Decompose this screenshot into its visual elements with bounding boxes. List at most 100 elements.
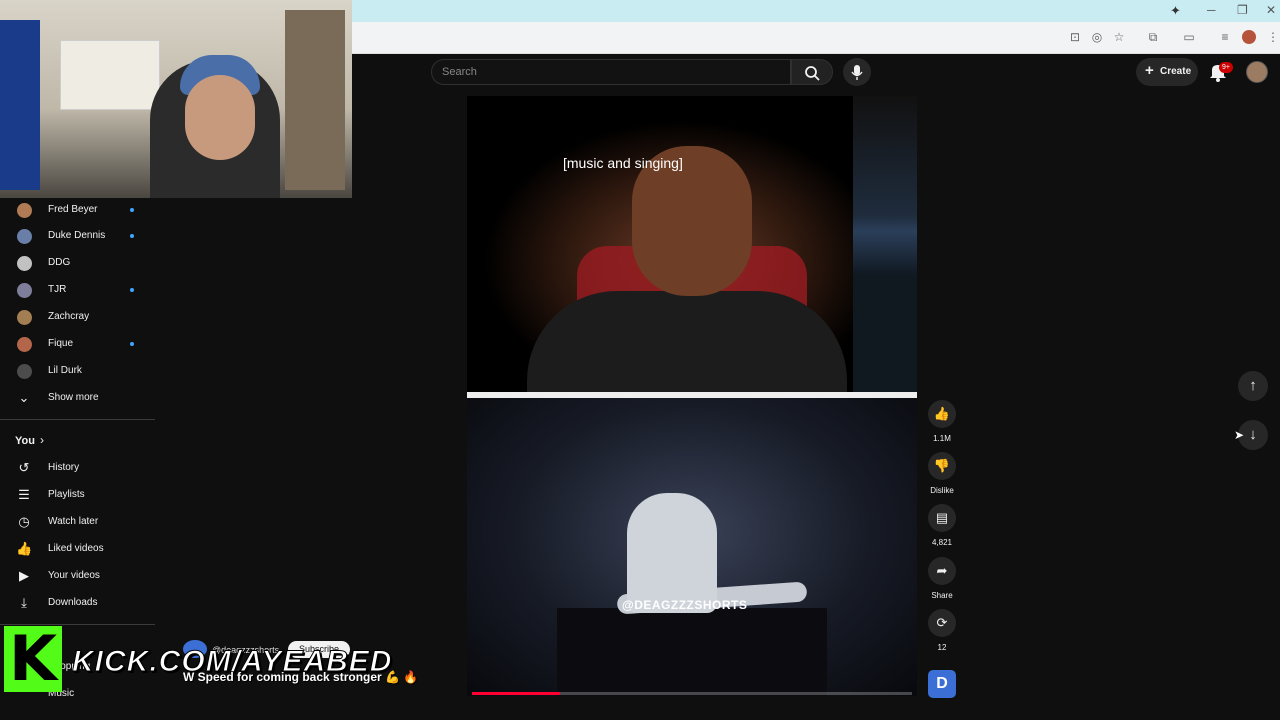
sidebar-subscription-item[interactable]: TJR xyxy=(0,278,155,304)
install-app-icon[interactable]: ⊡ xyxy=(1068,30,1082,44)
comment-icon[interactable]: ▤ xyxy=(928,504,956,532)
dislike-action[interactable]: 👎 Dislike xyxy=(927,452,957,495)
subscription-name: Fique xyxy=(48,338,74,349)
history-icon: ↺ xyxy=(18,460,30,475)
sidebar-item-liked-videos[interactable]: 👍 Liked videos xyxy=(0,536,155,562)
channel-avatar xyxy=(17,337,32,352)
short-video-player[interactable]: [music and singing] @DEAGZZZSHORTS xyxy=(467,96,917,696)
search-icon xyxy=(805,66,820,81)
watch-later-icon: ◷ xyxy=(18,514,30,529)
show-more-label: Show more xyxy=(48,392,99,403)
you-section-title: You xyxy=(15,435,35,447)
bookmark-star-icon[interactable]: ☆ xyxy=(1112,30,1126,44)
sidebar-item-label: Playlists xyxy=(48,489,85,500)
comment-count: 4,821 xyxy=(931,538,953,547)
account-avatar[interactable] xyxy=(1246,61,1268,83)
search-input[interactable]: Search xyxy=(431,59,791,85)
gemini-sparkle-icon[interactable]: ✦ xyxy=(1170,3,1181,19)
microphone-icon xyxy=(851,65,863,80)
remix-count: 12 xyxy=(937,643,947,652)
share-label: Share xyxy=(931,591,953,600)
sidebar-item-label: Watch later xyxy=(48,516,99,527)
share-action[interactable]: ➦ Share xyxy=(927,557,957,600)
previous-short-button[interactable]: ↑ xyxy=(1238,371,1268,401)
new-content-dot xyxy=(130,288,134,292)
sidebar-subscription-item[interactable]: DDG xyxy=(0,251,155,277)
channel-icon[interactable]: D xyxy=(928,670,956,698)
chevron-down-icon: ⌄ xyxy=(18,390,30,405)
subscription-name: TJR xyxy=(48,284,67,295)
like-count: 1.1M xyxy=(933,434,951,443)
downloads-icon: ⤓ xyxy=(21,595,27,610)
sidebar-item-downloads[interactable]: ⤓ Downloads xyxy=(0,590,155,616)
video-caption: [music and singing] xyxy=(563,155,683,171)
minimize-button[interactable]: ─ xyxy=(1207,3,1216,17)
sidebar-item-your-videos[interactable]: ▶ Your videos xyxy=(0,563,155,589)
subscription-name: DDG xyxy=(48,257,71,268)
dislike-label: Dislike xyxy=(930,486,954,495)
like-action[interactable]: 👍 1.1M xyxy=(927,400,957,443)
new-content-dot xyxy=(130,208,134,212)
mouse-cursor-icon: ➤ xyxy=(1234,428,1245,442)
show-more-button[interactable]: ⌄ Show more xyxy=(0,385,155,411)
share-icon[interactable]: ➦ xyxy=(928,557,956,585)
tracking-protection-icon[interactable]: ◎ xyxy=(1090,30,1104,44)
subscription-name: Lil Durk xyxy=(48,365,82,376)
sidebar-item-label: History xyxy=(48,462,80,473)
video-watermark: @DEAGZZZSHORTS xyxy=(622,598,748,612)
thumbs-down-icon[interactable]: 👎 xyxy=(928,452,956,480)
sidebar-item-history[interactable]: ↺ History xyxy=(0,455,155,481)
channel-avatar xyxy=(17,229,32,244)
thumbs-up-icon[interactable]: 👍 xyxy=(928,400,956,428)
new-content-dot xyxy=(130,342,134,346)
subscription-name: Zachcray xyxy=(48,311,90,322)
subscription-name: Fred Beyer xyxy=(48,204,98,215)
sidebar-subscription-item[interactable]: Duke Dennis xyxy=(0,224,155,250)
liked-videos-icon: 👍 xyxy=(16,541,33,556)
browser-menu-icon[interactable]: ⋮ xyxy=(1266,30,1280,44)
notifications-badge: 9+ xyxy=(1219,62,1233,73)
subscription-name: Duke Dennis xyxy=(48,230,106,241)
sidebar-you-header[interactable]: You › xyxy=(0,429,155,455)
channel-avatar xyxy=(17,364,32,379)
short-title[interactable]: W Speed for coming back stronger 💪 🔥 xyxy=(183,670,418,684)
webcam-feed xyxy=(0,0,352,198)
voice-search-button[interactable] xyxy=(843,58,871,86)
sidebar-item-watch-later[interactable]: ◷ Watch later xyxy=(0,509,155,535)
create-button[interactable]: + Create xyxy=(1136,58,1198,86)
channel-avatar xyxy=(17,256,32,271)
reaction-video-top: [music and singing] xyxy=(467,96,917,396)
extensions-icon[interactable]: ⧉ xyxy=(1146,30,1160,44)
remix-icon[interactable]: ⟳ xyxy=(928,609,956,637)
video-progress-fill xyxy=(472,692,560,695)
sidebar-item-label: Your videos xyxy=(48,570,100,581)
channel-avatar xyxy=(17,283,32,298)
sidebar-item-label: Downloads xyxy=(48,597,98,608)
reading-list-icon[interactable]: ▭ xyxy=(1182,30,1196,44)
arrow-down-icon: ↓ xyxy=(1249,426,1257,443)
sidebar-subscription-item[interactable]: Fred Beyer xyxy=(0,198,155,224)
arrow-up-icon: ↑ xyxy=(1249,377,1257,394)
search-button[interactable] xyxy=(791,59,833,85)
sidebar-subscription-item[interactable]: Lil Durk xyxy=(0,359,155,385)
browser-profile-avatar[interactable] xyxy=(1242,30,1256,44)
video-progress-bar[interactable] xyxy=(472,692,912,695)
kick-logo: K xyxy=(4,626,62,692)
channel-avatar xyxy=(17,203,32,218)
plus-icon: + xyxy=(1145,62,1154,79)
close-window-button[interactable]: ✕ xyxy=(1266,3,1276,17)
maximize-button[interactable]: ❐ xyxy=(1237,3,1248,17)
create-label: Create xyxy=(1160,66,1192,77)
sidebar-item-playlists[interactable]: ☰ Playlists xyxy=(0,482,155,508)
playlists-icon: ☰ xyxy=(18,487,30,502)
chevron-right-icon: › xyxy=(40,433,44,447)
sidebar-subscription-item[interactable]: Fique xyxy=(0,332,155,358)
comments-action[interactable]: ▤ 4,821 xyxy=(927,504,957,547)
browser-toolbar: ⊡ ◎ ☆ ⧉ ▭ ≡ ⋮ xyxy=(352,22,1280,54)
media-controls-icon[interactable]: ≡ xyxy=(1218,30,1232,44)
animation-video-bottom: @DEAGZZZSHORTS xyxy=(467,398,917,696)
remix-action[interactable]: ⟳ 12 xyxy=(927,609,957,652)
sidebar-subscription-item[interactable]: Zachcray xyxy=(0,305,155,331)
channel-avatar xyxy=(17,310,32,325)
sidebar-item-label: Liked videos xyxy=(48,543,104,554)
